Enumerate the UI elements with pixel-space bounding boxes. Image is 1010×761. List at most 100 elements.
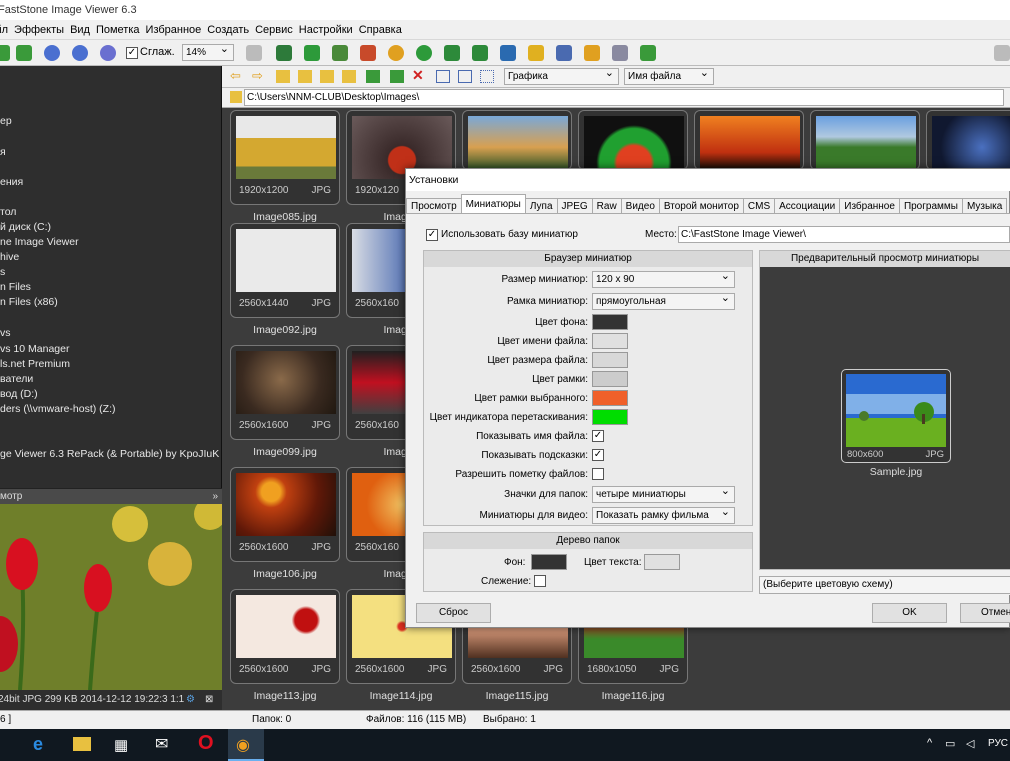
place-input[interactable]: C:\FastStone Image Viewer\: [678, 226, 1010, 243]
menu-favorites[interactable]: Избранное: [143, 20, 205, 36]
zoom-select[interactable]: 14%: [182, 42, 234, 61]
person-icon[interactable]: [416, 45, 432, 61]
menu-create[interactable]: Создать: [204, 20, 252, 36]
tree-item[interactable]: ения: [0, 175, 23, 190]
faststone-taskbar-button[interactable]: ◉: [228, 729, 264, 761]
selected-frame-swatch[interactable]: [592, 390, 628, 406]
tree-item[interactable]: вод (D:): [0, 387, 38, 402]
tree-item[interactable]: ge Viewer 6.3 RePack (& Portable) by Kpo…: [0, 447, 219, 462]
thumbnail[interactable]: [462, 110, 572, 170]
tree-bg-swatch[interactable]: [531, 554, 567, 570]
menu-help[interactable]: Справка: [356, 20, 405, 36]
thumbnail[interactable]: [810, 110, 920, 170]
view-thumbs-icon[interactable]: [480, 70, 494, 83]
thumbnail[interactable]: [694, 110, 804, 170]
thumbnail[interactable]: [926, 110, 1010, 170]
video-thumbs-select[interactable]: Показать рамку фильма: [592, 505, 735, 524]
menu-tag[interactable]: Пометка: [93, 20, 143, 36]
tray-chevron-icon[interactable]: ^: [927, 737, 932, 749]
copy-to-icon[interactable]: [366, 70, 380, 83]
allow-mark-checkbox[interactable]: [592, 468, 604, 480]
tree-item[interactable]: й диск (C:): [0, 220, 51, 235]
filter-select[interactable]: Графика: [504, 66, 619, 85]
start-icon[interactable]: ▏: [0, 736, 9, 753]
menu-file[interactable]: Файл: [0, 20, 11, 36]
tree-item[interactable]: n Files (x86): [0, 295, 58, 310]
path-input[interactable]: C:\Users\NNM-CLUB\Desktop\Images\: [244, 89, 1004, 106]
tree-text-swatch[interactable]: [644, 554, 680, 570]
menu-view[interactable]: Вид: [67, 20, 93, 36]
edge-icon[interactable]: e: [33, 734, 43, 755]
fullscreen-icon[interactable]: ⊠: [205, 690, 213, 710]
tree-item[interactable]: ер: [0, 114, 12, 129]
cancel-button[interactable]: Отмена: [960, 603, 1010, 623]
explorer-icon[interactable]: [73, 737, 91, 751]
save-icon[interactable]: [0, 45, 10, 61]
move-to-icon[interactable]: [390, 70, 404, 83]
show-hints-checkbox[interactable]: ✓: [592, 449, 604, 461]
tree-item[interactable]: ватели: [0, 372, 33, 387]
size-color-swatch[interactable]: [592, 352, 628, 368]
folder-icons-select[interactable]: четыре миниатюры: [592, 484, 735, 503]
settings-icon[interactable]: [640, 45, 656, 61]
opera-icon[interactable]: O: [198, 732, 214, 755]
tab-thumbnails[interactable]: Миниатюры: [460, 194, 526, 213]
compare-icon[interactable]: [500, 45, 516, 61]
save-as-icon[interactable]: [16, 45, 32, 61]
tree-item[interactable]: ders (\\vmware-host) (Z:): [0, 402, 116, 417]
tree-item[interactable]: n Files: [0, 280, 31, 295]
wallpaper-icon[interactable]: [528, 45, 544, 61]
tree-item[interactable]: ne Image Viewer: [0, 235, 79, 250]
new-folder-icon[interactable]: [342, 70, 356, 83]
thumbnail[interactable]: 1920x1200 JPG: [230, 110, 340, 205]
store-icon[interactable]: ▦: [114, 736, 128, 754]
zoom-out-icon[interactable]: [72, 45, 88, 61]
folder-up-icon[interactable]: [276, 70, 290, 83]
tree-item[interactable]: s: [0, 265, 5, 280]
folder-icon[interactable]: [298, 70, 312, 83]
layout-icon[interactable]: [994, 45, 1010, 61]
name-color-swatch[interactable]: [592, 333, 628, 349]
back-icon[interactable]: ⇦: [230, 68, 241, 84]
language-indicator[interactable]: РУС: [988, 738, 1008, 749]
frame-color-swatch[interactable]: [592, 371, 628, 387]
reset-button[interactable]: Сброс: [416, 603, 491, 623]
email-icon[interactable]: [556, 45, 572, 61]
tree-item[interactable]: vs: [0, 326, 11, 341]
menu-effects[interactable]: Эффекты: [11, 20, 67, 36]
thumbnail[interactable]: [578, 110, 688, 170]
use-db-checkbox[interactable]: ✓: [426, 229, 438, 241]
bg-color-swatch[interactable]: [592, 314, 628, 330]
sort-select[interactable]: Имя файла: [624, 66, 714, 85]
tree-item[interactable]: тол: [0, 205, 16, 220]
batch-icon[interactable]: [584, 45, 600, 61]
fit-icon[interactable]: ⚙: [186, 690, 195, 710]
print-icon[interactable]: [612, 45, 628, 61]
mail-icon[interactable]: ✉: [155, 734, 168, 754]
view-details-icon[interactable]: [436, 70, 450, 83]
thumbnail[interactable]: 2560x1600 JPG: [230, 345, 340, 440]
tree-item[interactable]: hive: [0, 250, 19, 265]
color-icon[interactable]: [388, 45, 404, 61]
size-select[interactable]: 120 x 90: [592, 269, 735, 288]
thumbnail[interactable]: 2560x1440 JPG: [230, 223, 340, 318]
menu-settings[interactable]: Настройки: [296, 20, 356, 36]
zoom-in-icon[interactable]: [44, 45, 60, 61]
tree-follow-checkbox[interactable]: [534, 575, 546, 587]
delete-icon[interactable]: ✕: [412, 67, 424, 84]
volume-icon[interactable]: ◁: [966, 737, 974, 750]
menu-tools[interactable]: Сервис: [252, 20, 296, 36]
rotate-right-icon[interactable]: [472, 45, 488, 61]
slideshow-icon[interactable]: [276, 45, 292, 61]
actual-size-icon[interactable]: [100, 45, 116, 61]
thumbnail[interactable]: 2560x1600 JPG: [230, 589, 340, 684]
drag-color-swatch[interactable]: [592, 409, 628, 425]
tree-item[interactable]: ls.net Premium: [0, 357, 70, 372]
rotate-left-icon[interactable]: [444, 45, 460, 61]
view-list-icon[interactable]: [458, 70, 472, 83]
forward-icon[interactable]: ⇨: [252, 68, 263, 84]
thumbnail[interactable]: 2560x1600 JPG: [230, 467, 340, 562]
tree-item[interactable]: vs 10 Manager: [0, 342, 69, 357]
tree-item[interactable]: я: [0, 145, 6, 160]
show-name-checkbox[interactable]: ✓: [592, 430, 604, 442]
